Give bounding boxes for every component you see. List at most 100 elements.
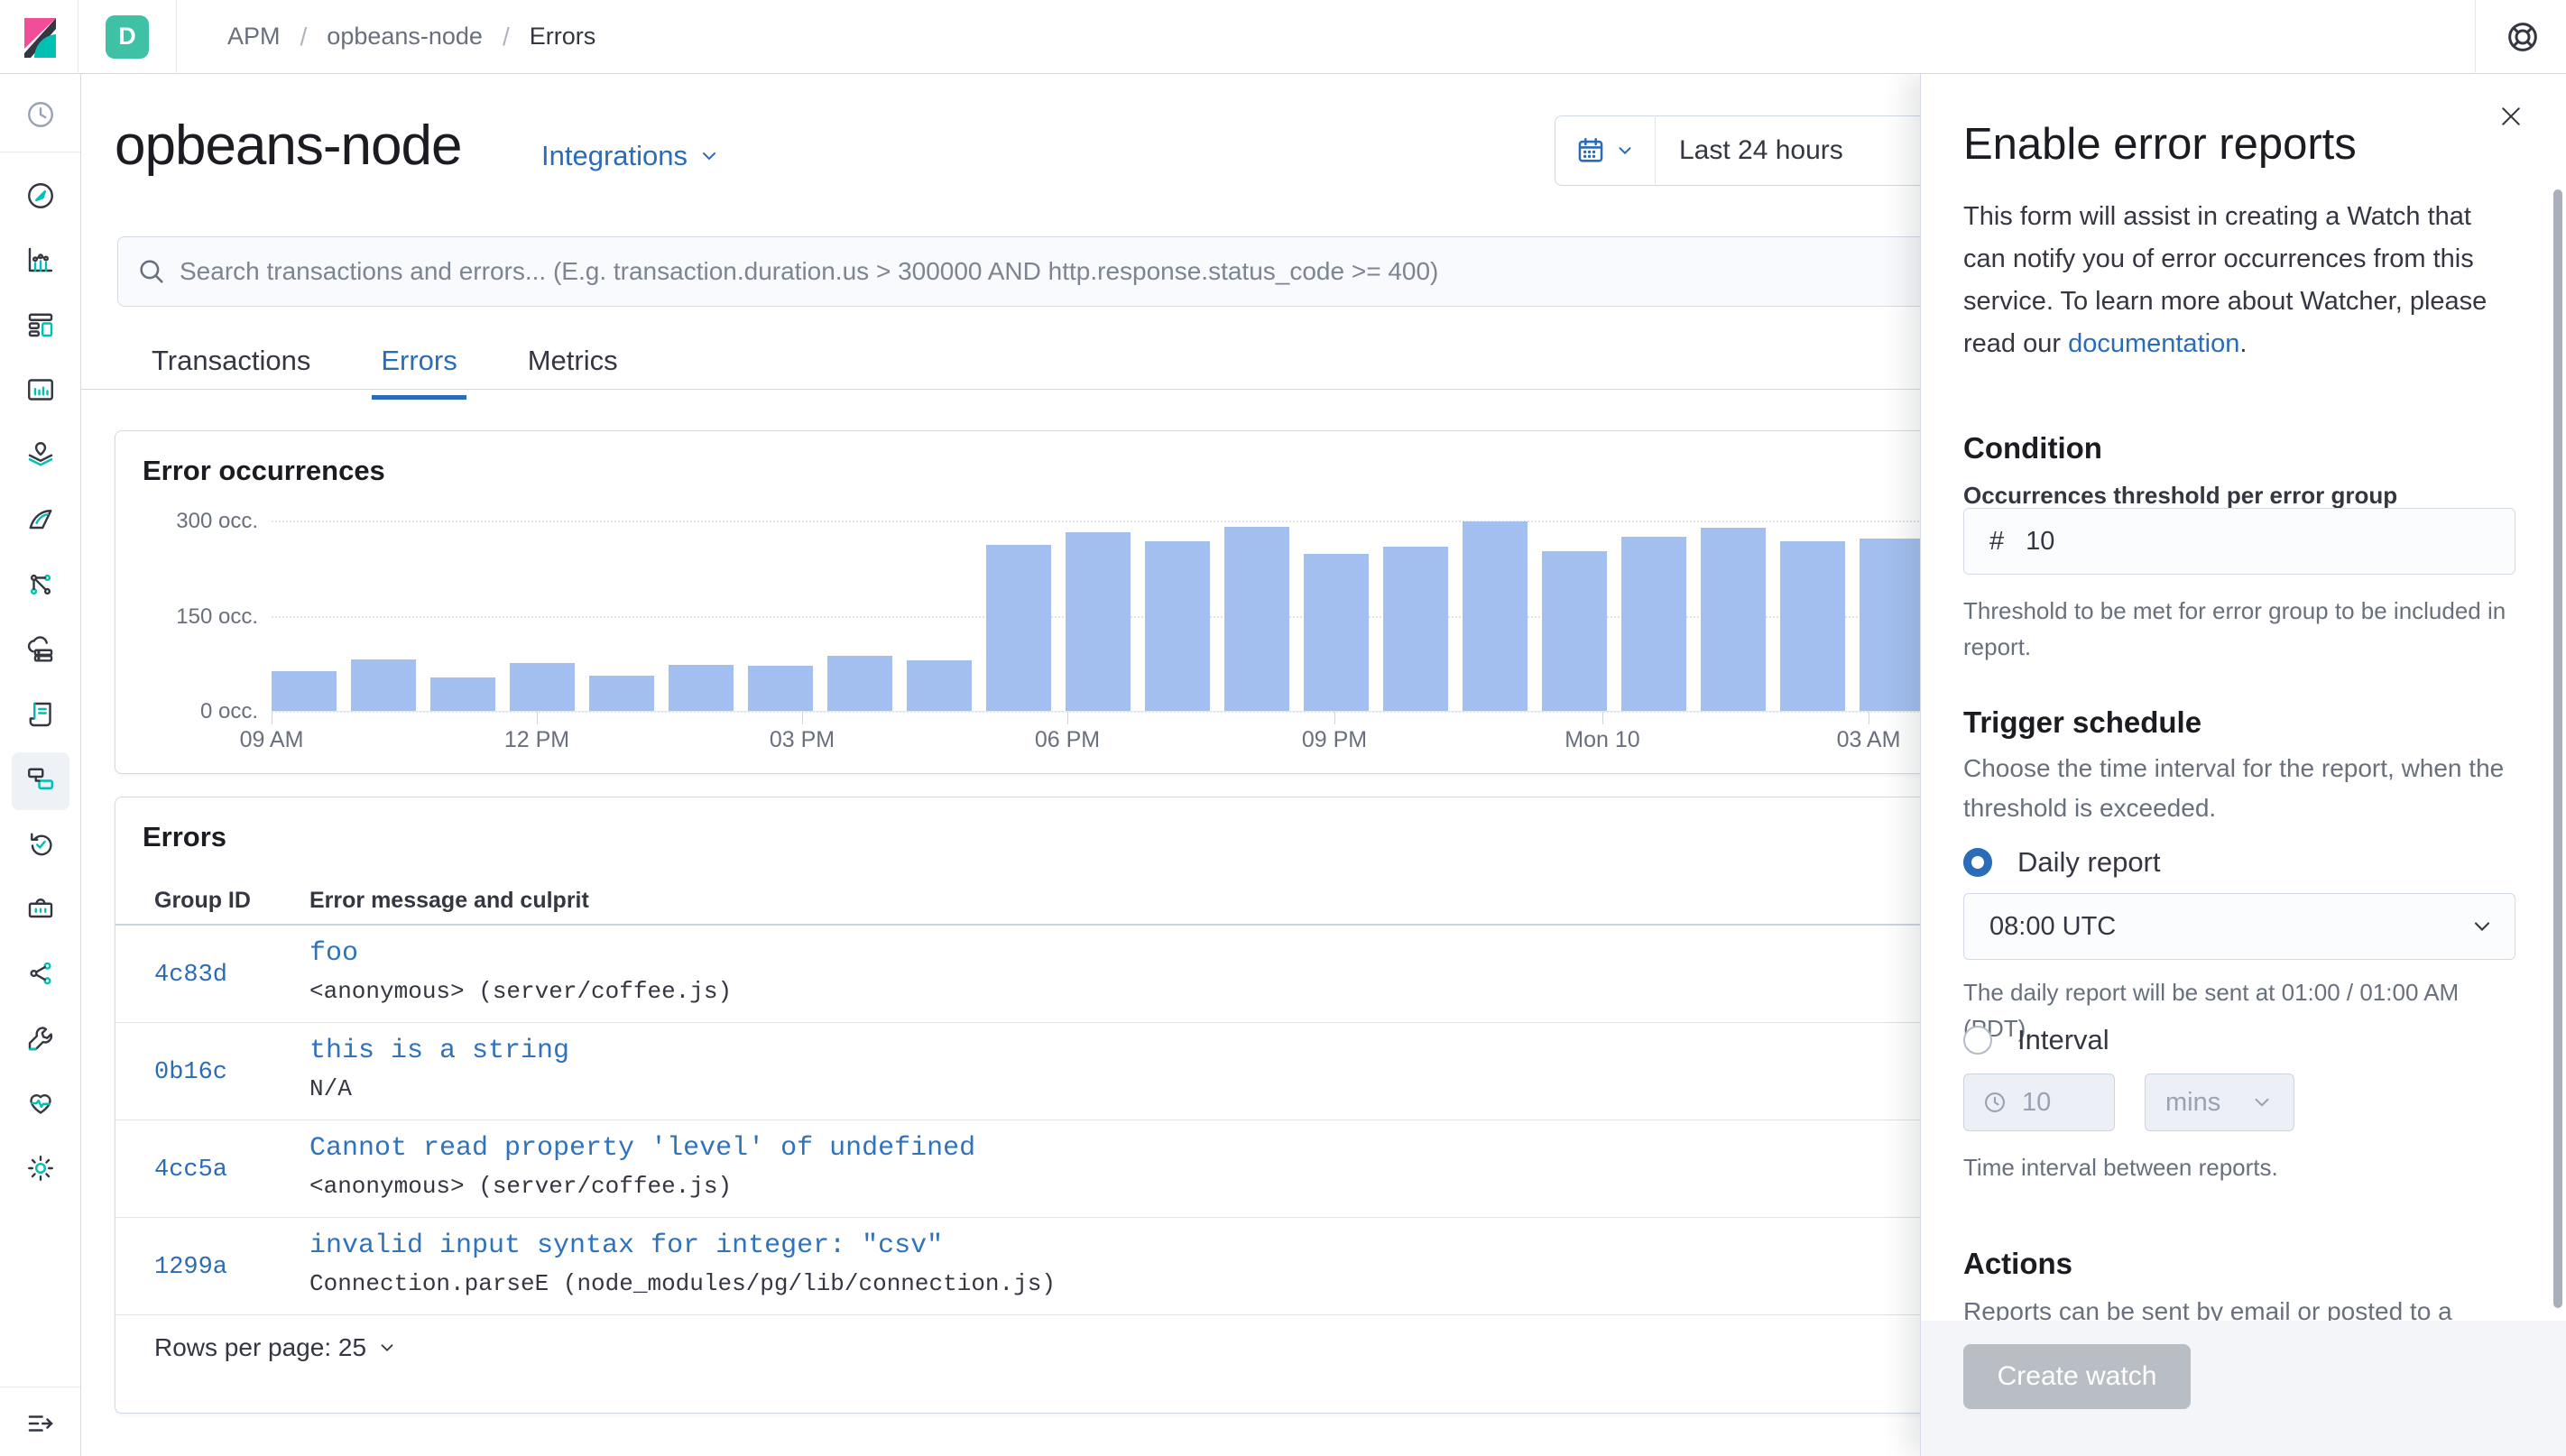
number-prefix: # <box>1989 526 2005 556</box>
table-title: Errors <box>143 821 227 852</box>
error-group-id-link[interactable]: 1299a <box>154 1254 227 1281</box>
sidebar-item-visualize[interactable] <box>12 234 69 291</box>
actions-heading: Actions <box>1963 1247 2073 1280</box>
sidebar-item-graph[interactable] <box>12 558 69 615</box>
threshold-input[interactable]: # 10 <box>1963 508 2515 575</box>
interval-radio[interactable]: Interval <box>1963 1024 2109 1056</box>
daily-time-select[interactable]: 08:00 UTC <box>1963 893 2515 960</box>
error-culprit: <anonymous> (server/coffee.js) <box>309 978 733 1005</box>
close-icon[interactable] <box>2494 99 2528 134</box>
help-icon[interactable] <box>2505 19 2541 55</box>
branch-icon <box>24 957 57 994</box>
y-axis-tick-label: 150 occ. <box>176 604 258 629</box>
error-message-link[interactable]: this is a string <box>309 1036 569 1066</box>
search-icon <box>140 260 163 283</box>
chart-bar <box>748 666 813 711</box>
compass-icon <box>24 180 57 217</box>
radio-unselected-icon <box>1963 1026 1992 1055</box>
page-title: opbeans-node <box>115 115 462 177</box>
breadcrumb-service[interactable]: opbeans-node <box>327 23 483 51</box>
sidebar-item-discover[interactable] <box>12 169 69 226</box>
chart-bar <box>1224 527 1289 711</box>
chevron-down-icon <box>2474 922 2490 931</box>
chart-bar <box>589 676 654 711</box>
breadcrumb-apm[interactable]: APM <box>227 23 281 51</box>
error-message-link[interactable]: invalid input syntax for integer: "csv" <box>309 1230 943 1261</box>
graph-nodes-icon <box>24 568 57 605</box>
trigger-description: Choose the time interval for the report,… <box>1963 754 2505 822</box>
error-group-id-link[interactable]: 0b16c <box>154 1059 227 1086</box>
x-axis-tick-label: 03 AM <box>1836 727 1901 752</box>
clock-icon <box>24 98 57 135</box>
sidebar-item-canvas[interactable] <box>12 364 69 421</box>
chart-bar <box>1066 532 1131 711</box>
rows-per-page-selector[interactable]: Rows per page: 25 <box>154 1333 397 1362</box>
chart-bar <box>1463 521 1528 711</box>
divider <box>176 0 177 74</box>
error-group-id-link[interactable]: 4cc5a <box>154 1157 227 1184</box>
uptime-check-icon <box>24 828 57 865</box>
canvas-icon <box>24 373 57 410</box>
map-pin-layers-icon <box>24 438 57 475</box>
bar-chart-icon <box>24 244 57 281</box>
chart-bar <box>669 665 734 711</box>
chart-bar <box>510 663 575 711</box>
chart-bar <box>827 656 892 711</box>
chart-bar <box>1145 541 1210 711</box>
sidebar-item-infrastructure[interactable] <box>12 622 69 680</box>
error-message-link[interactable]: Cannot read property 'level' of undefine… <box>309 1133 975 1164</box>
sidebar-item-maps[interactable] <box>12 429 69 486</box>
create-watch-button[interactable]: Create watch <box>1963 1344 2191 1409</box>
chart-bar <box>430 677 495 711</box>
x-axis-tick <box>1602 712 1603 724</box>
error-group-id-link[interactable]: 4c83d <box>154 962 227 989</box>
time-range-value[interactable]: Last 24 hours <box>1656 135 1843 166</box>
x-axis-tick <box>802 712 803 724</box>
collapse-nav-icon[interactable] <box>12 1396 69 1451</box>
y-axis-tick-label: 300 occ. <box>176 509 258 533</box>
x-axis-tick-label: 12 PM <box>503 727 570 752</box>
sidebar-item-dev-tools[interactable] <box>12 1012 69 1070</box>
chart-bar <box>1542 551 1607 711</box>
chart-bar <box>351 659 416 711</box>
interval-unit-select[interactable]: mins <box>2145 1074 2294 1131</box>
sidebar-item-dashboard[interactable] <box>12 299 69 356</box>
column-header-message[interactable]: Error message and culprit <box>309 888 589 914</box>
space-avatar[interactable]: D <box>106 14 149 59</box>
integrations-dropdown[interactable]: Integrations <box>541 140 720 172</box>
chevron-down-icon <box>381 1344 393 1352</box>
sidebar-item-stack-monitoring[interactable] <box>12 1077 69 1135</box>
cloud-server-icon <box>24 633 57 670</box>
chart-bar <box>1780 541 1845 711</box>
chevron-down-icon <box>703 152 715 161</box>
sidebar-item-recently-viewed[interactable] <box>12 88 69 145</box>
gear-icon <box>24 1152 57 1189</box>
clock-icon <box>1985 1092 2005 1112</box>
date-picker-quick-menu[interactable] <box>1555 116 1655 185</box>
sidebar-item-code[interactable] <box>12 947 69 1005</box>
chart-bar <box>1383 547 1448 711</box>
daily-report-radio[interactable]: Daily report <box>1963 846 2161 879</box>
flowchart-icon <box>24 763 57 800</box>
sidebar-item-machine-learning[interactable] <box>12 493 69 551</box>
chart-bar <box>986 545 1051 711</box>
sidebar-item-siem[interactable] <box>12 882 69 940</box>
trigger-heading: Trigger schedule <box>1963 705 2202 739</box>
enable-error-reports-flyout: Enable error reports This form will assi… <box>1920 74 2566 1456</box>
kibana-logo[interactable] <box>19 16 60 58</box>
breadcrumb-current: Errors <box>529 23 596 50</box>
column-header-group-id[interactable]: Group ID <box>154 888 251 914</box>
flyout-scrollbar[interactable] <box>2553 189 2562 1308</box>
threshold-label: Occurrences threshold per error group <box>1963 482 2398 509</box>
sidebar-item-apm[interactable] <box>12 752 69 811</box>
breadcrumb: APM / opbeans-node / Errors <box>227 23 595 51</box>
documentation-link[interactable]: documentation <box>2068 329 2239 358</box>
interval-value-input[interactable]: 10 <box>1963 1074 2115 1131</box>
sidebar-item-management[interactable] <box>12 1142 69 1200</box>
error-message-link[interactable]: foo <box>309 938 358 969</box>
sidebar-item-uptime[interactable] <box>12 817 69 875</box>
sidebar-item-logs[interactable] <box>12 687 69 745</box>
flyout-title: Enable error reports <box>1963 120 2357 169</box>
calendar-icon <box>1578 137 1603 162</box>
scroll-icon <box>24 698 57 735</box>
